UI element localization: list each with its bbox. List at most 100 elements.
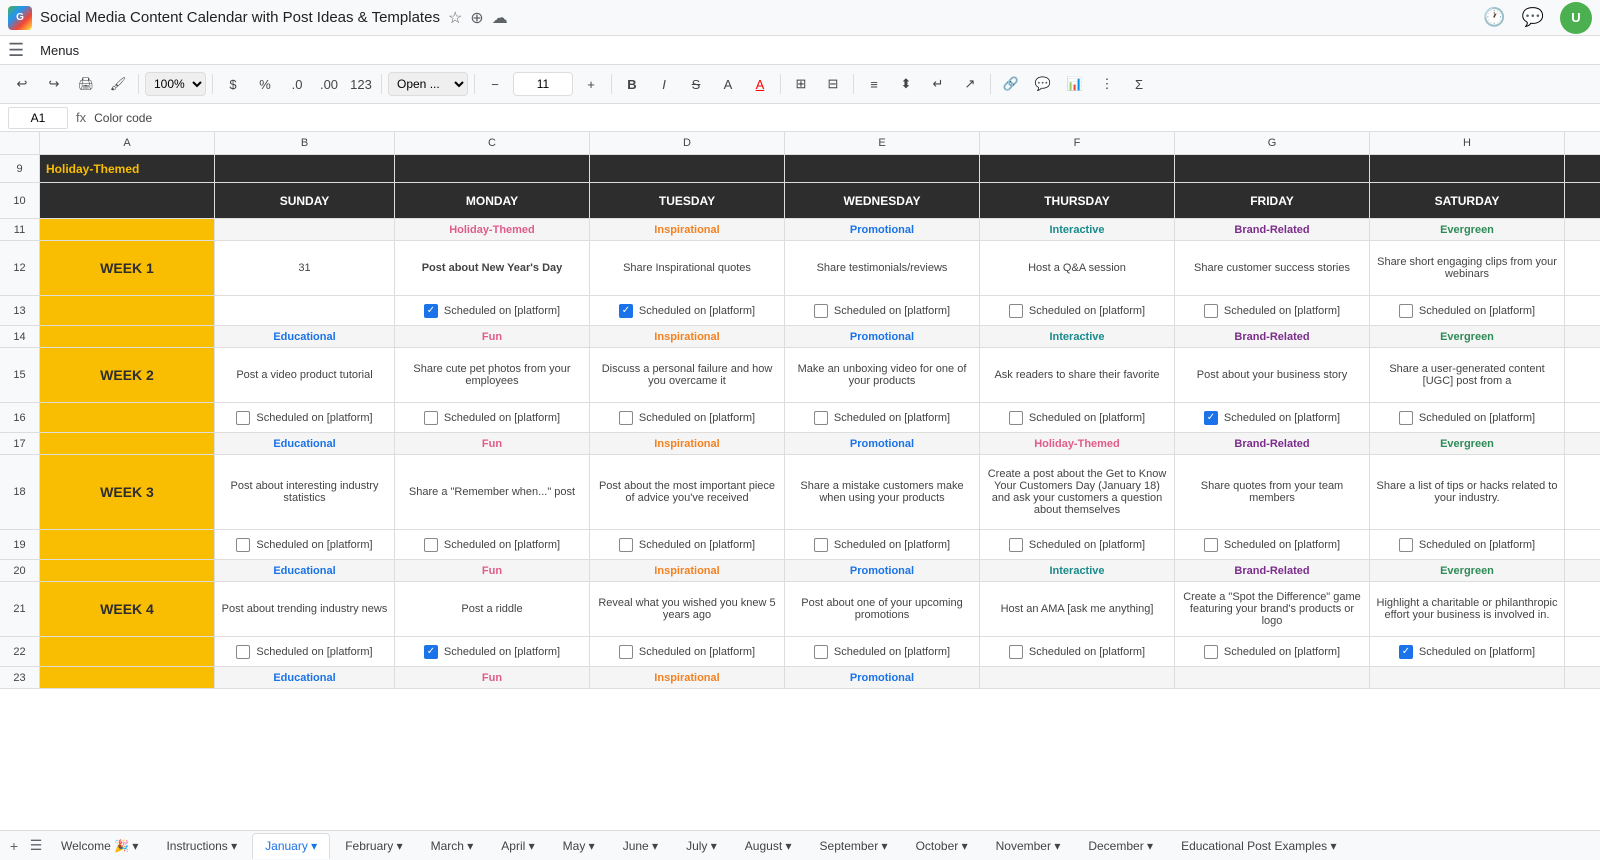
cell-b16[interactable]: Scheduled on [platform] [215, 403, 395, 432]
star-icon[interactable]: ☆ [448, 8, 462, 28]
cell-h19[interactable]: Scheduled on [platform] [1370, 530, 1565, 559]
cell-i21[interactable] [1565, 582, 1600, 636]
cell-f9[interactable] [980, 155, 1175, 182]
checkbox-g19[interactable] [1204, 538, 1218, 552]
cell-b9[interactable] [215, 155, 395, 182]
cell-c13[interactable]: ✓Scheduled on [platform] [395, 296, 590, 325]
col-header-e[interactable]: E [785, 132, 980, 154]
cell-h9[interactable] [1370, 155, 1565, 182]
cell-e9[interactable] [785, 155, 980, 182]
cell-h18[interactable]: Share a list of tips or hacks related to… [1370, 455, 1565, 529]
cell-d9[interactable] [590, 155, 785, 182]
cell-d15[interactable]: Discuss a personal failure and how you o… [590, 348, 785, 402]
filter-button[interactable]: ⋮ [1093, 70, 1121, 98]
cell-e15[interactable]: Make an unboxing video for one of your p… [785, 348, 980, 402]
cell-c22[interactable]: ✓Scheduled on [platform] [395, 637, 590, 666]
sheet-list-button[interactable]: ☰ [26, 835, 46, 857]
cell-b22[interactable]: Scheduled on [platform] [215, 637, 395, 666]
paint-format-button[interactable]: 🖌 [104, 70, 132, 98]
cell-g21[interactable]: Create a "Spot the Difference" game feat… [1175, 582, 1370, 636]
currency-button[interactable]: $ [219, 70, 247, 98]
cell-h12[interactable]: Share short engaging clips from your web… [1370, 241, 1565, 295]
cell-h16[interactable]: Scheduled on [platform] [1370, 403, 1565, 432]
checkbox-e16[interactable] [814, 411, 828, 425]
cell-f13[interactable]: Scheduled on [platform] [980, 296, 1175, 325]
undo-button[interactable]: ↩ [8, 70, 36, 98]
font-size-dec-button[interactable]: − [481, 70, 509, 98]
cell-b21[interactable]: Post about trending industry news [215, 582, 395, 636]
cell-b15[interactable]: Post a video product tutorial [215, 348, 395, 402]
tab-welcome[interactable]: Welcome 🎉 ▾ [48, 833, 151, 859]
cell-b19[interactable]: Scheduled on [platform] [215, 530, 395, 559]
cell-g22[interactable]: Scheduled on [platform] [1175, 637, 1370, 666]
cell-e18[interactable]: Share a mistake customers make when usin… [785, 455, 980, 529]
cell-f16[interactable]: Scheduled on [platform] [980, 403, 1175, 432]
borders-button[interactable]: ⊞ [787, 70, 815, 98]
checkbox-c13[interactable]: ✓ [424, 304, 438, 318]
col-header-i[interactable]: I [1565, 132, 1600, 154]
cell-e12[interactable]: Share testimonials/reviews [785, 241, 980, 295]
bold-button[interactable]: B [618, 70, 646, 98]
cell-c16[interactable]: Scheduled on [platform] [395, 403, 590, 432]
cell-h21[interactable]: Highlight a charitable or philanthropic … [1370, 582, 1565, 636]
col-header-f[interactable]: F [980, 132, 1175, 154]
checkbox-f19[interactable] [1009, 538, 1023, 552]
col-header-d[interactable]: D [590, 132, 785, 154]
cell-c19[interactable]: Scheduled on [platform] [395, 530, 590, 559]
cell-d22[interactable]: Scheduled on [platform] [590, 637, 785, 666]
cell-e16[interactable]: Scheduled on [platform] [785, 403, 980, 432]
tab-february[interactable]: February ▾ [332, 833, 415, 859]
col-header-c[interactable]: C [395, 132, 590, 154]
checkbox-b19[interactable] [236, 538, 250, 552]
tab-october[interactable]: October ▾ [903, 833, 981, 859]
cell-d18[interactable]: Post about the most important piece of a… [590, 455, 785, 529]
cell-i12[interactable] [1565, 241, 1600, 295]
checkbox-h13[interactable] [1399, 304, 1413, 318]
cell-d21[interactable]: Reveal what you wished you knew 5 years … [590, 582, 785, 636]
rotate-button[interactable]: ↗ [956, 70, 984, 98]
highlight-color-button[interactable]: A [746, 70, 774, 98]
cell-d16[interactable]: Scheduled on [platform] [590, 403, 785, 432]
strikethrough-button[interactable]: S [682, 70, 710, 98]
history-icon[interactable]: 🕐 [1483, 7, 1505, 28]
col-header-a[interactable]: A [40, 132, 215, 154]
tab-educational[interactable]: Educational Post Examples ▾ [1168, 833, 1349, 859]
cell-h13[interactable]: Scheduled on [platform] [1370, 296, 1565, 325]
cell-e21[interactable]: Post about one of your upcoming promotio… [785, 582, 980, 636]
checkbox-g22[interactable] [1204, 645, 1218, 659]
italic-button[interactable]: I [650, 70, 678, 98]
chart-button[interactable]: 📊 [1061, 70, 1089, 98]
tab-january[interactable]: January ▾ [252, 833, 330, 859]
align-left-button[interactable]: ≡ [860, 70, 888, 98]
tab-june[interactable]: June ▾ [610, 833, 671, 859]
cell-reference[interactable] [8, 107, 68, 129]
cell-g12[interactable]: Share customer success stories [1175, 241, 1370, 295]
cell-f18[interactable]: Create a post about the Get to Know Your… [980, 455, 1175, 529]
cell-g9[interactable] [1175, 155, 1370, 182]
checkbox-d13[interactable]: ✓ [619, 304, 633, 318]
checkbox-b22[interactable] [236, 645, 250, 659]
print-button[interactable]: 🖨 [72, 70, 100, 98]
valign-button[interactable]: ⬍ [892, 70, 920, 98]
checkbox-c19[interactable] [424, 538, 438, 552]
function-button[interactable]: Σ [1125, 70, 1153, 98]
tab-august[interactable]: August ▾ [732, 833, 805, 859]
cell-a9[interactable]: Holiday-Themed [40, 155, 215, 182]
cloud-icon[interactable]: ☁ [492, 8, 508, 28]
checkbox-g16[interactable]: ✓ [1204, 411, 1218, 425]
checkbox-f13[interactable] [1009, 304, 1023, 318]
cell-c9[interactable] [395, 155, 590, 182]
menus-icon[interactable]: ☰ [8, 40, 24, 61]
menus-label[interactable]: Menus [32, 41, 87, 60]
zoom-select[interactable]: 100% [145, 72, 206, 96]
redo-button[interactable]: ↪ [40, 70, 68, 98]
cell-c21[interactable]: Post a riddle [395, 582, 590, 636]
checkbox-d22[interactable] [619, 645, 633, 659]
tab-instructions[interactable]: Instructions ▾ [153, 833, 250, 859]
font-select[interactable]: Open ... [388, 72, 468, 96]
tab-may[interactable]: May ▾ [550, 833, 608, 859]
cell-d13[interactable]: ✓Scheduled on [platform] [590, 296, 785, 325]
col-header-b[interactable]: B [215, 132, 395, 154]
tab-april[interactable]: April ▾ [488, 833, 547, 859]
cell-d19[interactable]: Scheduled on [platform] [590, 530, 785, 559]
